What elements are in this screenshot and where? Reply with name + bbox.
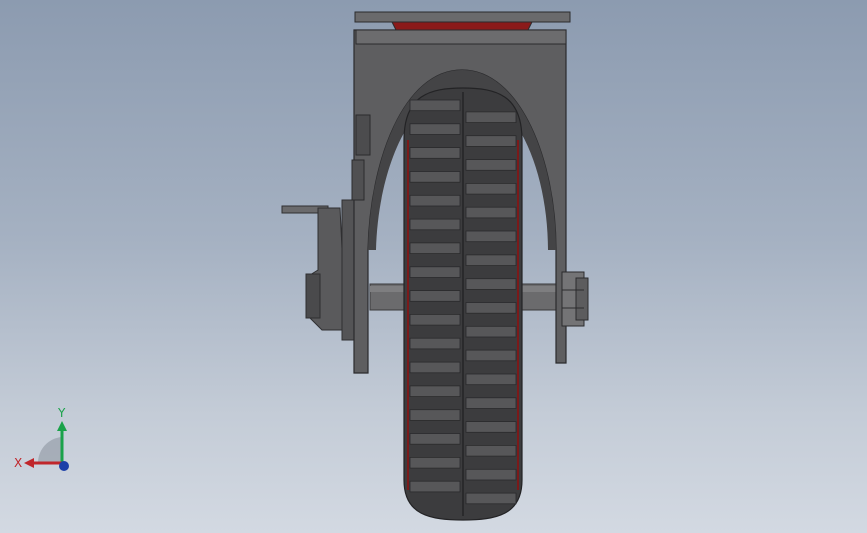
tread-block <box>409 218 461 231</box>
tread-block <box>465 468 517 481</box>
x-axis-label: X <box>14 456 22 470</box>
z-axis-dot <box>59 461 69 471</box>
tread-block <box>465 373 517 386</box>
tread-block <box>409 147 461 159</box>
tread-block <box>465 206 517 219</box>
tread-block <box>465 230 517 243</box>
tread-block <box>409 123 461 135</box>
tread-block <box>409 290 461 302</box>
y-axis-label: Y <box>57 406 66 420</box>
tread-block <box>465 397 517 409</box>
tread-block <box>409 433 461 445</box>
tread-block <box>465 159 517 171</box>
tread-block <box>409 313 461 326</box>
brake-bracket <box>281 199 357 341</box>
tread-block <box>465 492 517 505</box>
tread-block <box>409 456 461 469</box>
tread-block <box>409 361 461 374</box>
tread-block <box>465 254 517 266</box>
tread-block <box>465 135 517 147</box>
tread-block <box>465 302 517 314</box>
tread-block <box>465 325 517 338</box>
tread-block <box>409 194 461 207</box>
tread-block <box>465 111 517 124</box>
tread-block <box>465 421 517 433</box>
tread-blocks-right <box>465 111 517 505</box>
tread-block <box>465 444 517 457</box>
view-orientation-wedge <box>37 437 62 463</box>
tread-block <box>409 171 461 183</box>
tread-block <box>465 182 517 195</box>
tread-block <box>409 385 461 397</box>
orientation-triad: Y X <box>14 406 69 471</box>
axle-nut <box>561 271 589 327</box>
tread-block <box>409 480 461 493</box>
tread-block <box>409 99 461 112</box>
tread-block <box>409 242 461 254</box>
tread-block <box>465 349 517 362</box>
3d-viewport[interactable]: Y X <box>0 0 867 533</box>
tread-block <box>465 278 517 290</box>
wheel-tire <box>403 87 523 521</box>
tread-block <box>409 409 461 421</box>
caster-wheel-model[interactable] <box>0 0 867 533</box>
top-mounting-plate <box>354 11 571 31</box>
tread-block <box>409 337 461 350</box>
tread-block <box>409 266 461 278</box>
